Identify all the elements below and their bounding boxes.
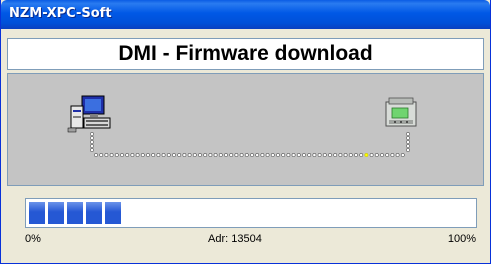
connection-dot	[229, 153, 234, 157]
connection-dot	[94, 153, 98, 157]
connection-dot	[135, 153, 140, 157]
connection-dot	[302, 153, 306, 157]
connection-dot	[192, 153, 197, 157]
title-bar[interactable]: NZM-XPC-Soft	[1, 0, 490, 29]
connection-dot	[172, 153, 176, 157]
connection-dot	[151, 153, 156, 157]
dialog-window: NZM-XPC-Soft DMI - Firmware download 0% …	[0, 0, 491, 264]
connection-dot	[90, 144, 94, 148]
connection-dot	[270, 153, 275, 157]
connection-dot	[406, 144, 410, 148]
connection-dot	[213, 153, 218, 157]
connection-dot	[255, 153, 260, 157]
connection-dot	[208, 153, 213, 157]
connection-dot	[90, 132, 94, 136]
connection-dot	[374, 153, 379, 157]
connection-dot	[260, 153, 265, 157]
connection-dot	[286, 153, 291, 157]
transfer-diagram	[7, 73, 484, 186]
progress-chunk	[67, 202, 83, 224]
connection-dot	[265, 153, 270, 157]
connection-dot	[146, 153, 150, 157]
connection-dot	[198, 153, 202, 157]
connection-dot	[281, 153, 286, 157]
connection-dot	[369, 153, 374, 157]
connection-dot	[395, 153, 400, 157]
connection-dot	[90, 148, 94, 152]
connection-dot	[187, 153, 192, 157]
dialog-heading: DMI - Firmware download	[7, 38, 484, 70]
connection-dot	[90, 140, 94, 144]
connection-dot	[317, 153, 322, 157]
window-title: NZM-XPC-Soft	[9, 6, 112, 21]
connection-dot	[203, 153, 208, 157]
connection-dot	[140, 153, 145, 157]
pc-computer-icon	[67, 95, 111, 133]
connection-dot	[156, 153, 161, 157]
active-transfer-dot	[364, 153, 369, 157]
progress-chunk	[105, 202, 121, 224]
connection-dot	[109, 153, 114, 157]
connection-dot	[359, 153, 364, 157]
connection-dot	[130, 153, 135, 157]
connection-dot	[338, 153, 343, 157]
download-progress-bar	[25, 198, 477, 228]
connection-dot	[291, 153, 296, 157]
connection-dot	[99, 153, 104, 157]
connection-dot	[380, 153, 384, 157]
connection-dot	[161, 153, 166, 157]
plc-device-icon	[385, 97, 417, 127]
connection-dot	[307, 153, 312, 157]
progress-fill	[29, 202, 121, 224]
connection-dot	[343, 153, 348, 157]
connection-dot	[406, 148, 410, 152]
connection-dot	[224, 153, 228, 157]
connection-dot	[177, 153, 182, 157]
progress-chunk	[29, 202, 45, 224]
connection-dot	[239, 153, 244, 157]
connection-dot	[312, 153, 317, 157]
progress-chunk	[48, 202, 64, 224]
connection-dot	[120, 153, 124, 157]
connection-dot	[104, 153, 109, 157]
connection-dot	[406, 132, 410, 136]
connection-dot	[328, 153, 332, 157]
connection-dot	[400, 153, 405, 157]
connection-dot	[114, 153, 119, 157]
connection-dot	[234, 153, 239, 157]
connection-dot	[333, 153, 338, 157]
connection-dot	[250, 153, 254, 157]
connection-dot	[90, 136, 94, 140]
connection-dot	[125, 153, 130, 157]
connection-dot	[244, 153, 249, 157]
connection-dots	[90, 132, 410, 157]
connection-dot	[276, 153, 280, 157]
connection-dot	[182, 153, 187, 157]
connection-dot	[296, 153, 301, 157]
connection-dot	[406, 140, 410, 144]
connection-dot	[218, 153, 223, 157]
connection-dot	[348, 153, 353, 157]
connection-dot	[406, 136, 410, 140]
progress-min-label: 0%	[25, 233, 41, 245]
address-label: Adr: 13504	[208, 233, 262, 245]
connection-dot	[390, 153, 395, 157]
connection-dot	[166, 153, 171, 157]
connection-dot	[322, 153, 327, 157]
progress-max-label: 100%	[447, 233, 476, 245]
connection-dot	[354, 153, 358, 157]
progress-chunk	[86, 202, 102, 224]
connection-dot	[385, 153, 390, 157]
